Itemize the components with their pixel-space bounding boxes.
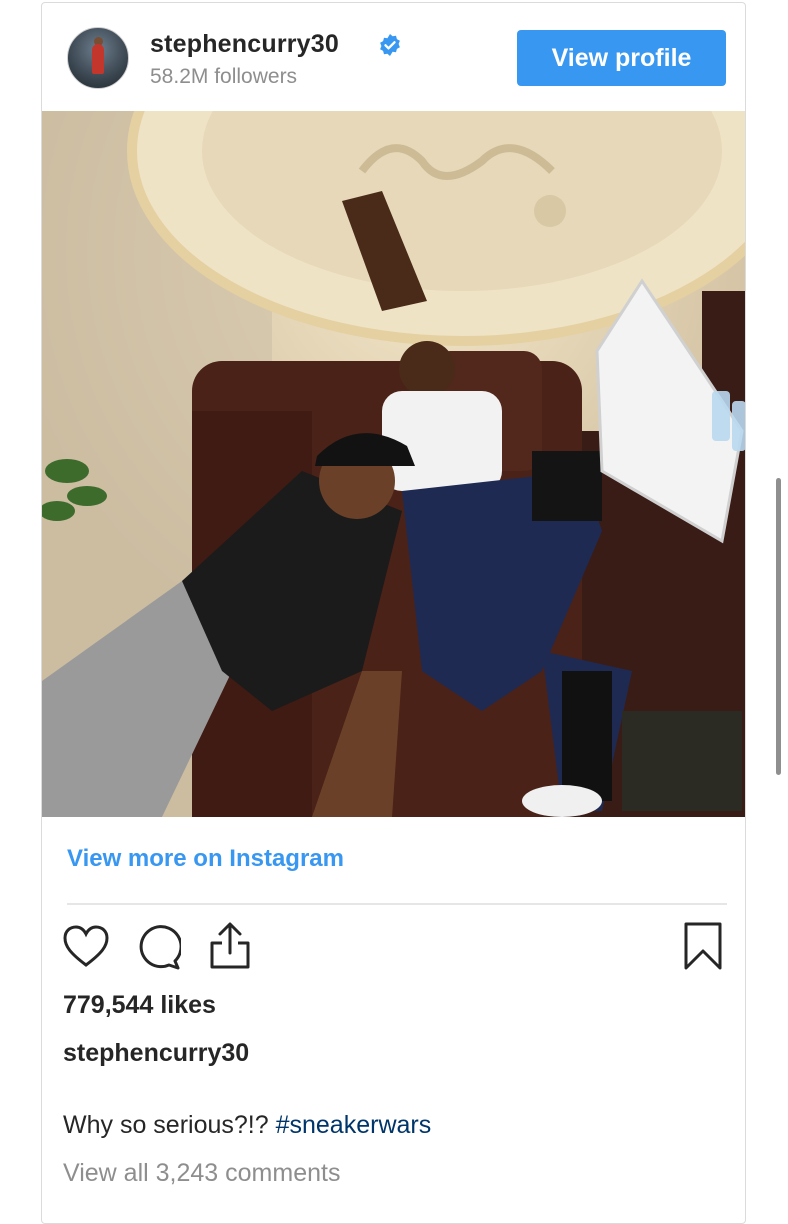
comment-bubble-icon[interactable] xyxy=(135,924,181,970)
view-profile-button[interactable]: View profile xyxy=(517,30,726,86)
caption-text: Why so serious?!? xyxy=(63,1111,276,1139)
heart-icon[interactable] xyxy=(62,924,110,968)
view-more-on-instagram-link[interactable]: View more on Instagram xyxy=(67,845,344,873)
view-all-comments-link[interactable]: View all 3,243 comments xyxy=(63,1159,340,1188)
profile-avatar[interactable] xyxy=(67,27,129,89)
like-count[interactable]: 779,544 likes xyxy=(63,991,216,1020)
scrollbar[interactable] xyxy=(776,478,781,775)
post-photo-image xyxy=(42,111,745,817)
follower-count: 58.2M followers xyxy=(150,65,298,88)
post-caption: Why so serious?!? #sneakerwars xyxy=(63,1111,431,1140)
caption-username[interactable]: stephencurry30 xyxy=(63,1039,249,1068)
post-photo[interactable] xyxy=(42,111,745,817)
share-upload-icon[interactable] xyxy=(208,921,252,971)
divider xyxy=(67,903,727,905)
hashtag-link[interactable]: #sneakerwars xyxy=(276,1111,432,1139)
instagram-embed-card: stephencurry30 58.2M followers View prof… xyxy=(41,2,746,1224)
post-header: stephencurry30 58.2M followers View prof… xyxy=(42,3,745,111)
avatar-figure-body xyxy=(92,44,104,74)
bookmark-icon[interactable] xyxy=(683,921,723,971)
verified-badge-icon xyxy=(380,34,400,56)
profile-username[interactable]: stephencurry30 xyxy=(150,30,339,59)
